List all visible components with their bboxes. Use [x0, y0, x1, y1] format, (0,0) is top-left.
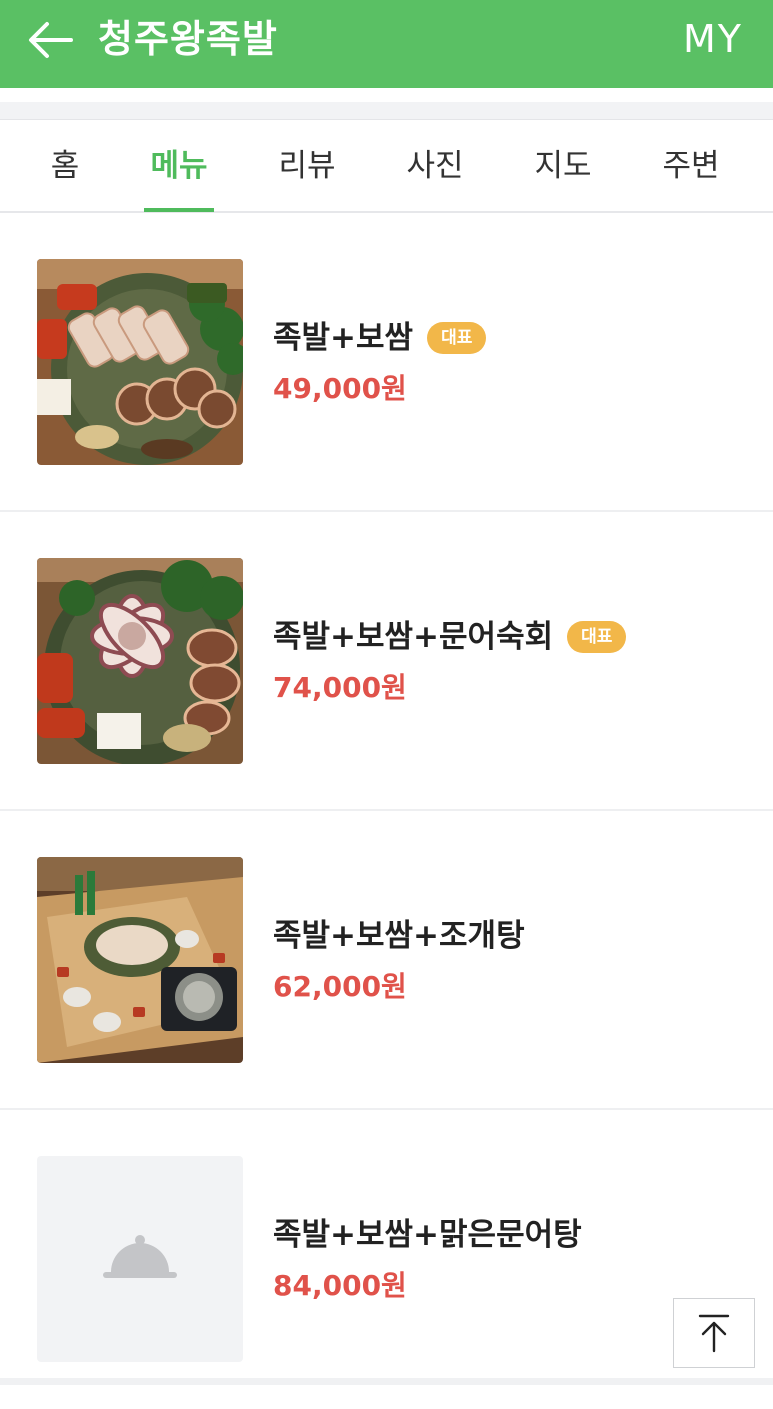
menu-item-title: 족발+보쌈+조개탕: [273, 918, 525, 954]
arrow-up-to-top-icon: [698, 1314, 730, 1353]
active-tab-indicator: [144, 208, 214, 212]
menu-item-price: 62,000원: [273, 970, 407, 1003]
signature-badge: 대표: [567, 621, 627, 653]
tab-review[interactable]: 리뷰: [272, 121, 342, 213]
menu-item-name: 족발+보쌈 대표: [273, 317, 487, 359]
app-header: 청주왕족발 MY: [0, 0, 773, 88]
menu-item-image: [37, 558, 243, 764]
tab-map[interactable]: 지도: [528, 121, 598, 213]
back-button[interactable]: [24, 18, 76, 62]
table-set-photo: [37, 857, 243, 1063]
placeholder-cloche-icon: [103, 1235, 177, 1278]
menu-item-name: 족발+보쌈+문어숙회 대표: [273, 616, 627, 658]
octopus-platter-photo: [37, 558, 243, 764]
menu-item-price: 74,000원: [273, 671, 407, 704]
menu-item[interactable]: 족발+보쌈+문어숙회 대표 74,000원: [0, 512, 773, 811]
menu-item-name: 족발+보쌈+맑은문어탕: [273, 1214, 582, 1256]
menu-item-image: [37, 259, 243, 465]
menu-item-price: 49,000원: [273, 372, 407, 405]
menu-item[interactable]: 족발+보쌈 대표 49,000원: [0, 213, 773, 512]
signature-badge: 대표: [427, 322, 487, 354]
menu-item-price: 84,000원: [273, 1269, 407, 1302]
menu-item-title: 족발+보쌈: [273, 320, 414, 356]
bottom-edge: [0, 1378, 773, 1385]
menu-item-image: [37, 857, 243, 1063]
tab-menu[interactable]: 메뉴: [144, 121, 214, 213]
tab-photo[interactable]: 사진: [400, 121, 470, 213]
tab-nearby[interactable]: 주변: [656, 121, 726, 213]
menu-item[interactable]: 족발+보쌈+맑은문어탕 84,000원: [0, 1110, 773, 1409]
arrow-left-icon: [29, 22, 73, 58]
scroll-top-button[interactable]: [673, 1298, 755, 1368]
tab-bar: 홈 메뉴 리뷰 사진 지도 주변: [0, 121, 773, 213]
menu-item-name: 족발+보쌈+조개탕: [273, 915, 525, 957]
my-button[interactable]: MY: [683, 14, 743, 64]
menu-list: 족발+보쌈 대표 49,000원 족발+보쌈+문어숙회 대표 74,000원 족…: [0, 213, 773, 1409]
menu-item-title: 족발+보쌈+문어숙회: [273, 619, 554, 655]
page-title: 청주왕족발: [98, 17, 278, 61]
header-spacer: [0, 88, 773, 120]
menu-item-image: [37, 1156, 243, 1362]
menu-item[interactable]: 족발+보쌈+조개탕 62,000원: [0, 811, 773, 1110]
menu-item-title: 족발+보쌈+맑은문어탕: [273, 1217, 582, 1253]
pork-platter-photo: [37, 259, 243, 465]
tab-home[interactable]: 홈: [30, 121, 100, 213]
